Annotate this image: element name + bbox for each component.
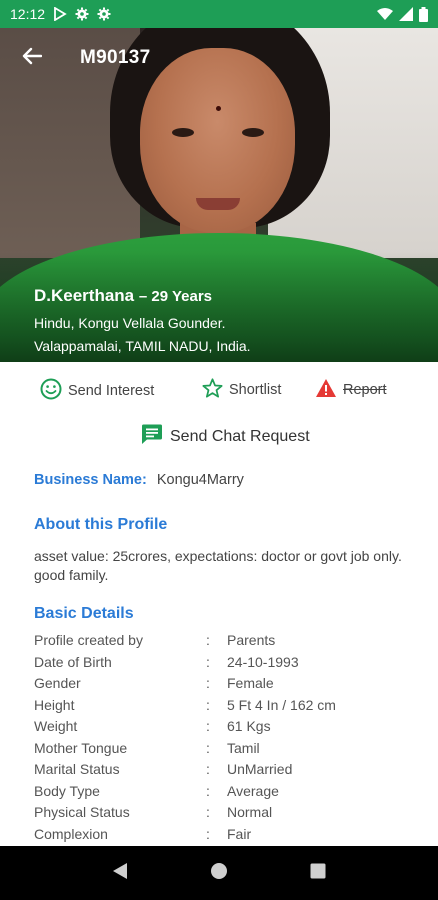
profile-location: Valappamalai, TAMIL NADU, India. bbox=[34, 338, 251, 354]
chat-bubble-icon bbox=[141, 424, 163, 450]
back-triangle-icon bbox=[112, 862, 128, 885]
detail-separator: : bbox=[206, 653, 210, 670]
detail-key: Date of Birth bbox=[34, 653, 112, 670]
photo-eye bbox=[242, 128, 264, 137]
home-circle-icon bbox=[210, 862, 228, 885]
detail-separator: : bbox=[206, 825, 210, 842]
detail-value: Fair bbox=[227, 825, 252, 842]
photo-bindi bbox=[216, 106, 221, 111]
recents-square-icon bbox=[310, 863, 326, 884]
warning-icon bbox=[315, 378, 337, 402]
detail-key: Marital Status bbox=[34, 761, 120, 777]
detail-row: Weight: 61 Kgs bbox=[34, 718, 424, 740]
gear-icon bbox=[75, 7, 89, 21]
back-button[interactable] bbox=[18, 44, 46, 72]
detail-separator: : bbox=[206, 761, 210, 777]
business-name-key: Business Name: bbox=[34, 472, 147, 488]
detail-value: Female bbox=[227, 675, 274, 691]
shortlist-button[interactable]: Shortlist bbox=[202, 378, 281, 402]
detail-value: UnMarried bbox=[227, 761, 293, 777]
system-nav-bar bbox=[0, 846, 438, 900]
detail-row: Complexion: Fair bbox=[34, 826, 424, 848]
business-name-value: Kongu4Marry bbox=[156, 472, 244, 488]
nav-home-button[interactable] bbox=[199, 853, 239, 893]
detail-separator: : bbox=[206, 675, 210, 691]
report-label: Report bbox=[343, 382, 387, 398]
detail-row: Mother Tongue: Tamil bbox=[34, 740, 424, 762]
status-bar: 12:12 bbox=[0, 0, 438, 28]
detail-key: Gender bbox=[34, 675, 81, 691]
detail-row: Date of Birth:24-10-1993 bbox=[34, 654, 424, 676]
nav-recents-button[interactable] bbox=[298, 853, 338, 893]
detail-value: Tamil bbox=[227, 739, 260, 756]
about-text: asset value: 25crores, expectations: doc… bbox=[34, 548, 402, 583]
detail-key: Body Type bbox=[34, 782, 100, 799]
arrow-left-icon bbox=[22, 47, 43, 70]
detail-separator: : bbox=[206, 632, 210, 648]
detail-value: Average bbox=[227, 782, 279, 799]
detail-key: Height bbox=[34, 696, 75, 713]
shortlist-label: Shortlist bbox=[229, 382, 282, 398]
profile-name-line: D.Keerthana – 29 Years bbox=[34, 286, 212, 306]
detail-row: Gender: Female bbox=[34, 675, 424, 697]
photo-eye bbox=[172, 128, 194, 137]
detail-row: Profile created by: Parents bbox=[34, 632, 424, 654]
detail-key: Complexion bbox=[34, 825, 108, 842]
signal-icon bbox=[399, 7, 413, 21]
photo-lips bbox=[196, 198, 240, 210]
basic-details-list: Profile created by: Parents Date of Birth… bbox=[34, 632, 424, 847]
profile-age: – 29 Years bbox=[138, 288, 213, 305]
detail-key: Weight bbox=[34, 718, 78, 734]
detail-row: Physical Status: Normal bbox=[34, 804, 424, 826]
play-protect-icon bbox=[53, 7, 67, 21]
battery-icon bbox=[419, 6, 428, 22]
send-chat-request-button[interactable]: Send Chat Request bbox=[141, 424, 310, 450]
basic-details-title: Basic Details bbox=[34, 605, 134, 622]
report-button[interactable]: Report bbox=[315, 378, 387, 402]
detail-row: Height:5 Ft 4 In / 162 cm bbox=[34, 697, 424, 719]
detail-separator: : bbox=[206, 718, 210, 734]
send-interest-label: Send Interest bbox=[68, 383, 155, 399]
detail-row: Marital Status: UnMarried bbox=[34, 761, 424, 783]
detail-separator: : bbox=[206, 696, 210, 713]
send-chat-request-label: Send Chat Request bbox=[170, 428, 310, 445]
smiley-icon bbox=[40, 378, 62, 404]
detail-separator: : bbox=[206, 782, 210, 799]
detail-separator: : bbox=[206, 804, 210, 820]
action-row: Send Interest Shortlist Report bbox=[0, 372, 438, 408]
detail-value: 61 Kgs bbox=[227, 718, 271, 734]
profile-religion-caste: Hindu, Kongu Vellala Gounder. bbox=[34, 315, 226, 331]
wifi-icon bbox=[377, 7, 393, 21]
profile-id-title: M90137 bbox=[80, 47, 151, 68]
gear-icon bbox=[97, 7, 111, 21]
detail-value: 5 Ft 4 In / 162 cm bbox=[227, 696, 336, 713]
send-interest-button[interactable]: Send Interest bbox=[40, 378, 154, 404]
detail-row: Body Type: Average bbox=[34, 783, 424, 805]
about-section-title: About this Profile bbox=[34, 516, 168, 533]
nav-back-button[interactable] bbox=[100, 853, 140, 893]
detail-key: Profile created by bbox=[34, 632, 143, 648]
profile-name: D.Keerthana bbox=[34, 286, 135, 305]
star-outline-icon bbox=[202, 378, 223, 402]
status-time: 12:12 bbox=[10, 6, 46, 22]
detail-key: Mother Tongue bbox=[34, 739, 128, 756]
detail-separator: : bbox=[206, 739, 210, 756]
detail-key: Physical Status bbox=[34, 804, 130, 820]
business-name-row: Business Name: Kongu4Marry bbox=[34, 472, 244, 488]
detail-value: Parents bbox=[227, 632, 276, 648]
profile-photo[interactable]: M90137 D.Keerthana – 29 Years Hindu, Kon… bbox=[0, 28, 438, 362]
detail-value: Normal bbox=[227, 804, 273, 820]
detail-value: 24-10-1993 bbox=[227, 653, 299, 670]
